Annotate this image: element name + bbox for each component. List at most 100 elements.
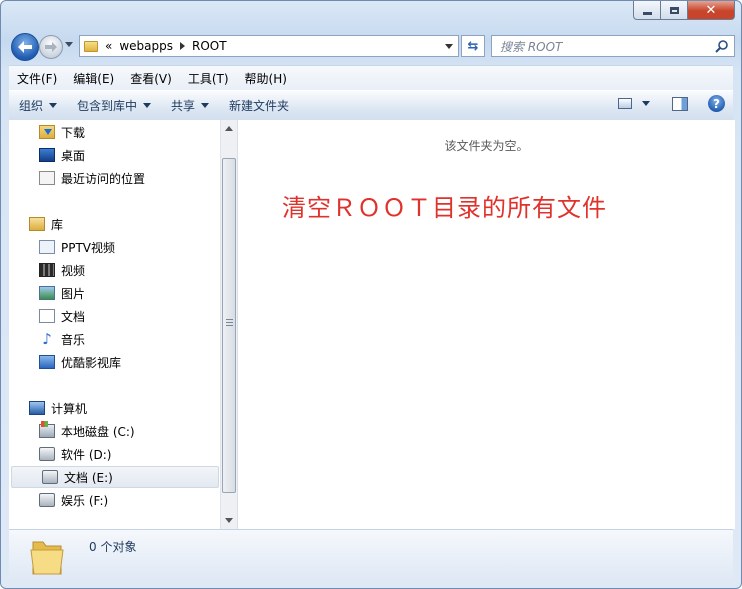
nav-item-label: 计算机 (51, 401, 88, 416)
navigation-scrollbar[interactable] (220, 120, 237, 529)
new-folder-button[interactable]: 新建文件夹 (219, 97, 299, 114)
drive-icon (39, 447, 55, 461)
nav-item-recent-places[interactable]: 最近访问的位置 (9, 167, 237, 189)
search-box[interactable]: 搜索 ROOT (491, 35, 735, 57)
minimize-button[interactable] (633, 1, 661, 20)
menu-help[interactable]: 帮助(H) (237, 70, 295, 87)
menu-file[interactable]: 文件(F) (9, 70, 65, 87)
forward-arrow-icon (45, 42, 57, 52)
folder-icon (84, 40, 98, 52)
breadcrumb-root[interactable]: ROOT (192, 39, 227, 53)
grip-icon (226, 319, 233, 326)
chevron-down-icon (201, 103, 210, 108)
item-count: 0 个对象 (89, 540, 137, 554)
scrollbar-thumb[interactable] (222, 158, 236, 493)
address-dropdown-icon[interactable] (445, 44, 453, 49)
refresh-icon: ⇆ (467, 38, 479, 54)
annotation-text: 清空ＲＯＯＴ目录的所有文件 (282, 194, 607, 222)
breadcrumb-webapps[interactable]: webapps (119, 39, 173, 53)
youku-library-icon (39, 355, 55, 369)
minimize-icon (642, 11, 652, 15)
download-folder-icon (39, 125, 55, 139)
address-bar[interactable]: « webapps ROOT (79, 35, 459, 57)
nav-item-label: 桌面 (61, 148, 86, 163)
nav-item-pictures[interactable]: 图片 (9, 282, 237, 304)
nav-item-label: 下载 (61, 125, 86, 140)
back-button[interactable] (11, 33, 39, 61)
desktop-icon (39, 148, 55, 162)
nav-item-label: 娱乐 (F:) (61, 493, 109, 508)
view-controls: ? (618, 95, 725, 112)
nav-item-videos[interactable]: 视频 (9, 259, 237, 281)
recent-pages-dropdown-icon[interactable] (65, 42, 73, 47)
close-icon: ✕ (705, 2, 717, 18)
maximize-button[interactable] (661, 1, 688, 20)
menu-bar: 文件(F) 编辑(E) 查看(V) 工具(T) 帮助(H) (9, 65, 733, 90)
file-list-area[interactable]: 该文件夹为空。 清空ＲＯＯＴ目录的所有文件 (238, 120, 735, 529)
picture-library-icon (39, 286, 55, 300)
share-label: 共享 (171, 99, 196, 113)
nav-item-label: PPTV视频 (61, 240, 116, 255)
breadcrumb-separator-icon[interactable] (180, 42, 185, 50)
breadcrumb-overflow[interactable]: « (105, 39, 112, 53)
search-icon[interactable] (715, 39, 729, 53)
chevron-down-icon (49, 103, 58, 108)
nav-item-label: 音乐 (61, 332, 86, 347)
organize-label: 组织 (19, 99, 44, 113)
chevron-down-icon (143, 103, 152, 108)
nav-item-drive-d[interactable]: 软件 (D:) (9, 443, 237, 465)
nav-item-pptv[interactable]: PPTV视频 (9, 236, 237, 258)
search-input[interactable]: 搜索 ROOT (500, 38, 562, 55)
nav-item-label: 视频 (61, 263, 86, 278)
nav-item-label: 最近访问的位置 (61, 171, 146, 186)
nav-item-label: 文档 (61, 309, 86, 324)
navigation-bar: « webapps ROOT ⇆ 搜索 ROOT (9, 33, 735, 61)
document-library-icon (39, 309, 55, 323)
nav-item-documents[interactable]: 文档 (9, 305, 237, 327)
video-library-icon (39, 263, 55, 277)
nav-item-youku[interactable]: 优酷影视库 (9, 351, 237, 373)
nav-item-libraries[interactable]: 库 (9, 213, 237, 235)
include-in-library-button[interactable]: 包含到库中 (67, 97, 161, 114)
nav-item-label: 软件 (D:) (61, 447, 112, 462)
pptv-library-icon (39, 240, 55, 254)
help-icon[interactable]: ? (708, 95, 725, 112)
folder-icon (30, 541, 64, 575)
scroll-up-icon[interactable] (225, 126, 233, 131)
preview-pane-icon[interactable] (672, 96, 688, 111)
forward-button[interactable] (39, 35, 63, 59)
nav-item-downloads[interactable]: 下载 (9, 121, 237, 143)
organize-button[interactable]: 组织 (9, 97, 67, 114)
more-views-dropdown-icon[interactable] (642, 101, 650, 106)
nav-item-label: 图片 (61, 286, 86, 301)
maximize-icon (669, 6, 679, 14)
nav-item-drive-f[interactable]: 娱乐 (F:) (9, 489, 237, 511)
new-folder-label: 新建文件夹 (229, 99, 290, 113)
menu-tools[interactable]: 工具(T) (180, 70, 237, 87)
menu-edit[interactable]: 编辑(E) (65, 70, 122, 87)
caption-buttons: ✕ (633, 1, 735, 20)
share-button[interactable]: 共享 (161, 97, 219, 114)
navigation-pane: 下载 桌面 最近访问的位置 库 PPTV视频 视频 图片 文档 ♪ 音乐 优酷影视… (9, 120, 238, 529)
back-arrow-icon (18, 41, 32, 53)
nav-item-desktop[interactable]: 桌面 (9, 144, 237, 166)
nav-item-computer[interactable]: 计算机 (9, 397, 237, 419)
empty-folder-message: 该文件夹为空。 (444, 139, 529, 153)
scroll-down-icon[interactable] (225, 518, 233, 523)
include-in-library-label: 包含到库中 (77, 99, 138, 113)
command-bar: 组织 包含到库中 共享 新建文件夹 ? (9, 90, 733, 121)
details-pane: 0 个对象 (9, 529, 733, 581)
close-button[interactable]: ✕ (688, 1, 735, 20)
nav-item-drive-c[interactable]: 本地磁盘 (C:) (9, 420, 237, 442)
nav-item-label: 优酷影视库 (61, 355, 122, 370)
change-view-icon[interactable] (618, 98, 632, 109)
libraries-icon (29, 217, 45, 231)
nav-item-label: 库 (51, 217, 64, 232)
recent-places-icon (39, 171, 55, 185)
computer-icon (29, 401, 45, 415)
nav-item-music[interactable]: ♪ 音乐 (9, 328, 237, 350)
system-drive-icon (39, 421, 55, 438)
nav-item-drive-e[interactable]: 文档 (E:) (11, 466, 219, 488)
refresh-button[interactable]: ⇆ (461, 35, 485, 57)
menu-view[interactable]: 查看(V) (122, 70, 180, 87)
